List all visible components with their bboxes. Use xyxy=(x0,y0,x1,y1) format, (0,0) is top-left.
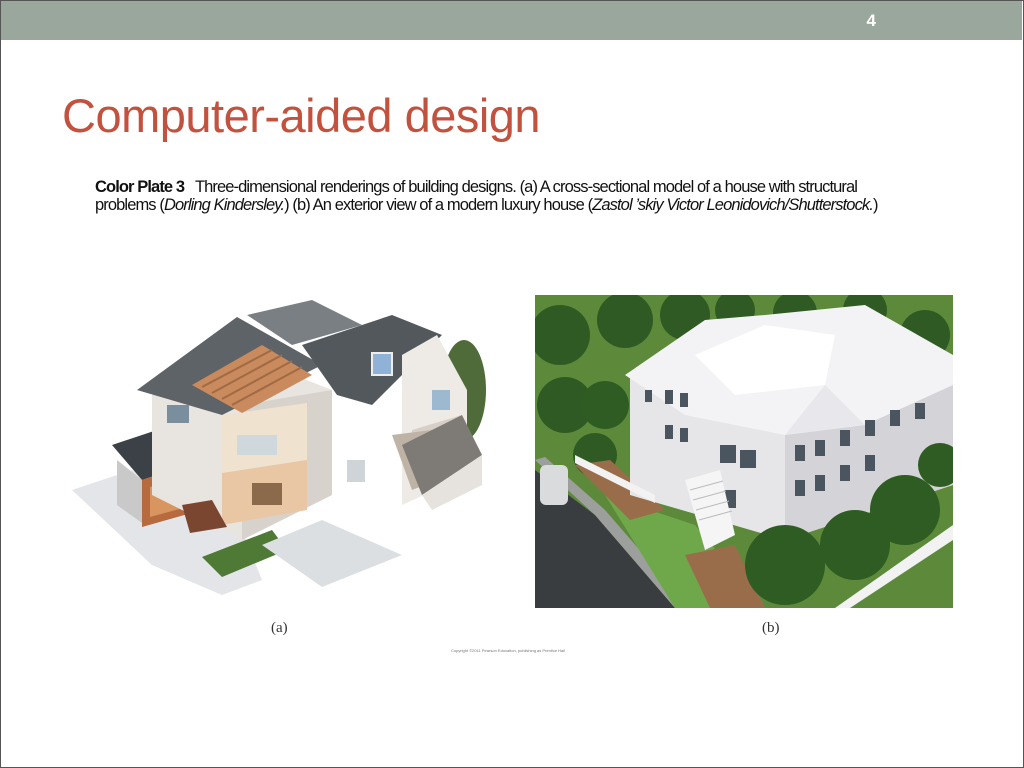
slide-number: 4 xyxy=(866,11,876,30)
figure-caption: Color Plate 3 Three-dimensional renderin… xyxy=(95,178,885,214)
luxury-house-exterior-image xyxy=(535,295,953,608)
copyright-note: Copyright ©2011 Pearson Education, publi… xyxy=(451,648,566,653)
header-bar: 4 xyxy=(1,1,1022,40)
cross-section-house-image xyxy=(72,300,486,595)
slide-title: Computer-aided design xyxy=(62,89,541,142)
caption-credit-a: Dorling Kindersley. xyxy=(163,196,285,214)
caption-plate-label: Color Plate 3 xyxy=(95,178,185,196)
figure-b-label: (b) xyxy=(762,620,780,636)
caption-text-3: ) xyxy=(872,196,878,214)
figure-a-label: (a) xyxy=(271,620,288,636)
caption-text-2: ) (b) An exterior view of a modern luxur… xyxy=(284,196,593,214)
caption-credit-b: Zastol ’skiy Victor Leonidovich/Shutters… xyxy=(592,196,874,214)
